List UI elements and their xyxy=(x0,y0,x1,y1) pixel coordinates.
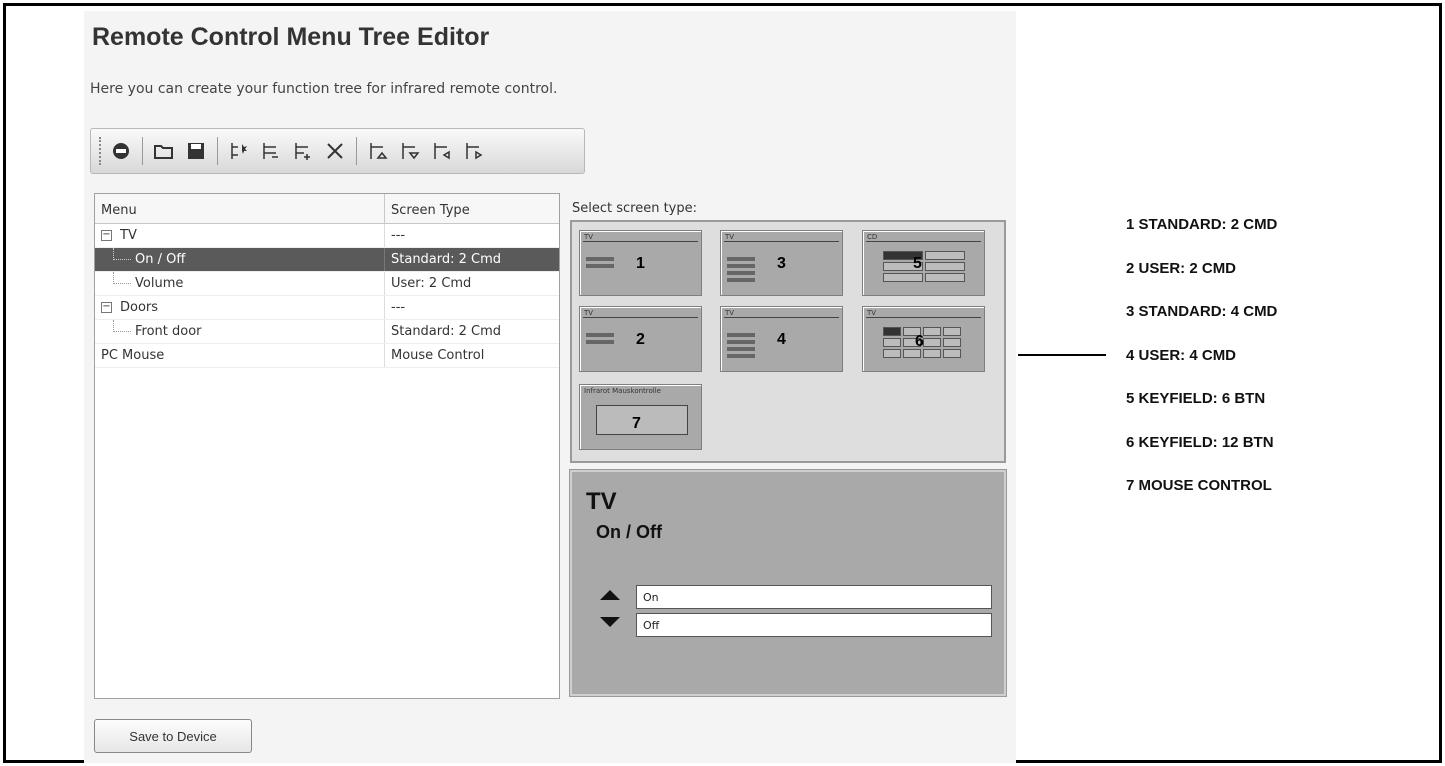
tree-connector xyxy=(113,320,131,332)
tree-row-label: Front door xyxy=(135,324,202,339)
callout-leader-line xyxy=(1018,354,1106,356)
preview-subtitle: On / Off xyxy=(596,522,662,542)
screen-type-gallery: TV 1 TV 3 CD 5 TV 2 TV 4 TV 6 Infrarot M… xyxy=(570,220,1006,463)
thumb-number: 4 xyxy=(777,331,786,348)
legend-item: 7 MOUSE CONTROL xyxy=(1126,477,1272,494)
tree-row-label: Volume xyxy=(135,276,184,291)
legend-item: 1 STANDARD: 2 CMD xyxy=(1126,216,1278,233)
toolbar-separator xyxy=(217,137,218,165)
screen-thumb-keyfield-12btn[interactable]: TV 6 xyxy=(862,306,985,372)
thumb-number: 3 xyxy=(777,255,786,272)
legend-item: 6 KEYFIELD: 12 BTN xyxy=(1126,433,1274,451)
page-subtitle: Here you can create your function tree f… xyxy=(90,81,558,97)
thumb-title: TV xyxy=(725,233,735,241)
delete-icon[interactable] xyxy=(322,138,348,164)
toolbar-grip[interactable] xyxy=(99,137,102,165)
thumb-title: CD xyxy=(867,233,878,241)
move-up-icon[interactable] xyxy=(365,138,391,164)
save-icon[interactable] xyxy=(183,138,209,164)
tree-row-label: On / Off xyxy=(135,252,186,267)
tree-connector xyxy=(113,248,131,260)
screen-preview: TV On / Off On Off xyxy=(569,469,1007,697)
move-left-icon[interactable] xyxy=(429,138,455,164)
thumb-title: TV xyxy=(584,233,594,241)
legend-item: 3 STANDARD: 4 CMD xyxy=(1126,303,1278,320)
toolbar-separator xyxy=(356,137,357,165)
arrow-up-icon xyxy=(600,590,620,600)
legend-item: 4 USER: 4 CMD xyxy=(1126,346,1237,364)
add-submenu-icon[interactable] xyxy=(258,138,284,164)
screen-thumb-mouse-control[interactable]: Infrarot Mauskontrolle 7 xyxy=(579,384,702,450)
editor-window: Remote Control Menu Tree Editor Here you… xyxy=(84,11,1016,763)
column-header-menu[interactable]: Menu xyxy=(95,194,385,223)
screen-thumb-standard-4cmd[interactable]: TV 3 xyxy=(720,230,843,296)
tree-row-type: Mouse Control xyxy=(391,348,485,363)
tree-header: Menu Screen Type xyxy=(95,194,559,224)
tree-row-label: PC Mouse xyxy=(101,348,165,363)
thumb-number: 2 xyxy=(636,331,645,348)
tree-row-type: --- xyxy=(391,300,406,315)
move-down-icon[interactable] xyxy=(397,138,423,164)
column-header-screen-type[interactable]: Screen Type xyxy=(385,194,476,223)
screen-type-label: Select screen type: xyxy=(572,201,698,216)
screen-thumb-user-4cmd[interactable]: TV 4 xyxy=(720,306,843,372)
indent-icon[interactable] xyxy=(290,138,316,164)
tree-row-pc-mouse[interactable]: PC Mouse Mouse Control xyxy=(95,344,559,368)
tree-connector xyxy=(113,272,131,284)
thumb-number: 7 xyxy=(632,415,641,432)
screen-thumb-user-2cmd[interactable]: TV 2 xyxy=(579,306,702,372)
save-to-device-button[interactable]: Save to Device xyxy=(94,719,252,753)
collapse-icon[interactable]: − xyxy=(101,230,112,241)
move-right-icon[interactable] xyxy=(461,138,487,164)
toolbar-separator xyxy=(142,137,143,165)
mouse-pad-area xyxy=(596,405,688,435)
tree-row-volume[interactable]: Volume User: 2 Cmd xyxy=(95,272,559,296)
collapse-icon[interactable]: − xyxy=(101,302,112,313)
thumb-title: TV xyxy=(584,309,594,317)
tree-row-front-door[interactable]: Front door Standard: 2 Cmd xyxy=(95,320,559,344)
tree-row-type: User: 2 Cmd xyxy=(391,276,472,291)
screen-thumb-keyfield-6btn[interactable]: CD 5 xyxy=(862,230,985,296)
open-folder-icon[interactable] xyxy=(151,138,177,164)
legend-item: 2 USER: 2 CMD xyxy=(1126,259,1237,277)
command-2-input[interactable]: Off xyxy=(636,613,992,637)
thumb-title: Infrarot Mauskontrolle xyxy=(584,387,661,395)
tree-row-type: --- xyxy=(391,228,406,243)
menu-tree[interactable]: Menu Screen Type − TV --- On / Off Standa… xyxy=(94,193,560,699)
tree-row-label: TV xyxy=(120,228,137,243)
tree-row-on-off[interactable]: On / Off Standard: 2 Cmd xyxy=(95,248,559,272)
tree-row-type: Standard: 2 Cmd xyxy=(391,252,502,267)
arrow-down-icon xyxy=(600,617,620,627)
tree-row-label: Doors xyxy=(120,300,159,315)
tree-row-tv[interactable]: − TV --- xyxy=(95,224,559,248)
thumb-title: TV xyxy=(725,309,735,317)
screen-type-legend: 1 STANDARD: 2 CMD 2 USER: 2 CMD 3 STANDA… xyxy=(1126,216,1277,521)
thumb-number: 1 xyxy=(636,255,645,272)
thumb-number: 6 xyxy=(915,333,924,350)
toolbar xyxy=(90,128,585,174)
thumb-title: TV xyxy=(867,309,877,317)
legend-item: 5 KEYFIELD: 6 BTN xyxy=(1126,390,1266,407)
add-menu-icon[interactable] xyxy=(226,138,252,164)
page-title: Remote Control Menu Tree Editor xyxy=(92,23,490,51)
thumb-number: 5 xyxy=(913,255,922,272)
figure-frame: Remote Control Menu Tree Editor Here you… xyxy=(3,3,1442,763)
command-1-input[interactable]: On xyxy=(636,585,992,609)
tree-row-type: Standard: 2 Cmd xyxy=(391,324,502,339)
connect-icon[interactable] xyxy=(108,138,134,164)
preview-title: TV xyxy=(586,488,617,515)
tree-row-doors[interactable]: − Doors --- xyxy=(95,296,559,320)
screen-thumb-standard-2cmd[interactable]: TV 1 xyxy=(579,230,702,296)
